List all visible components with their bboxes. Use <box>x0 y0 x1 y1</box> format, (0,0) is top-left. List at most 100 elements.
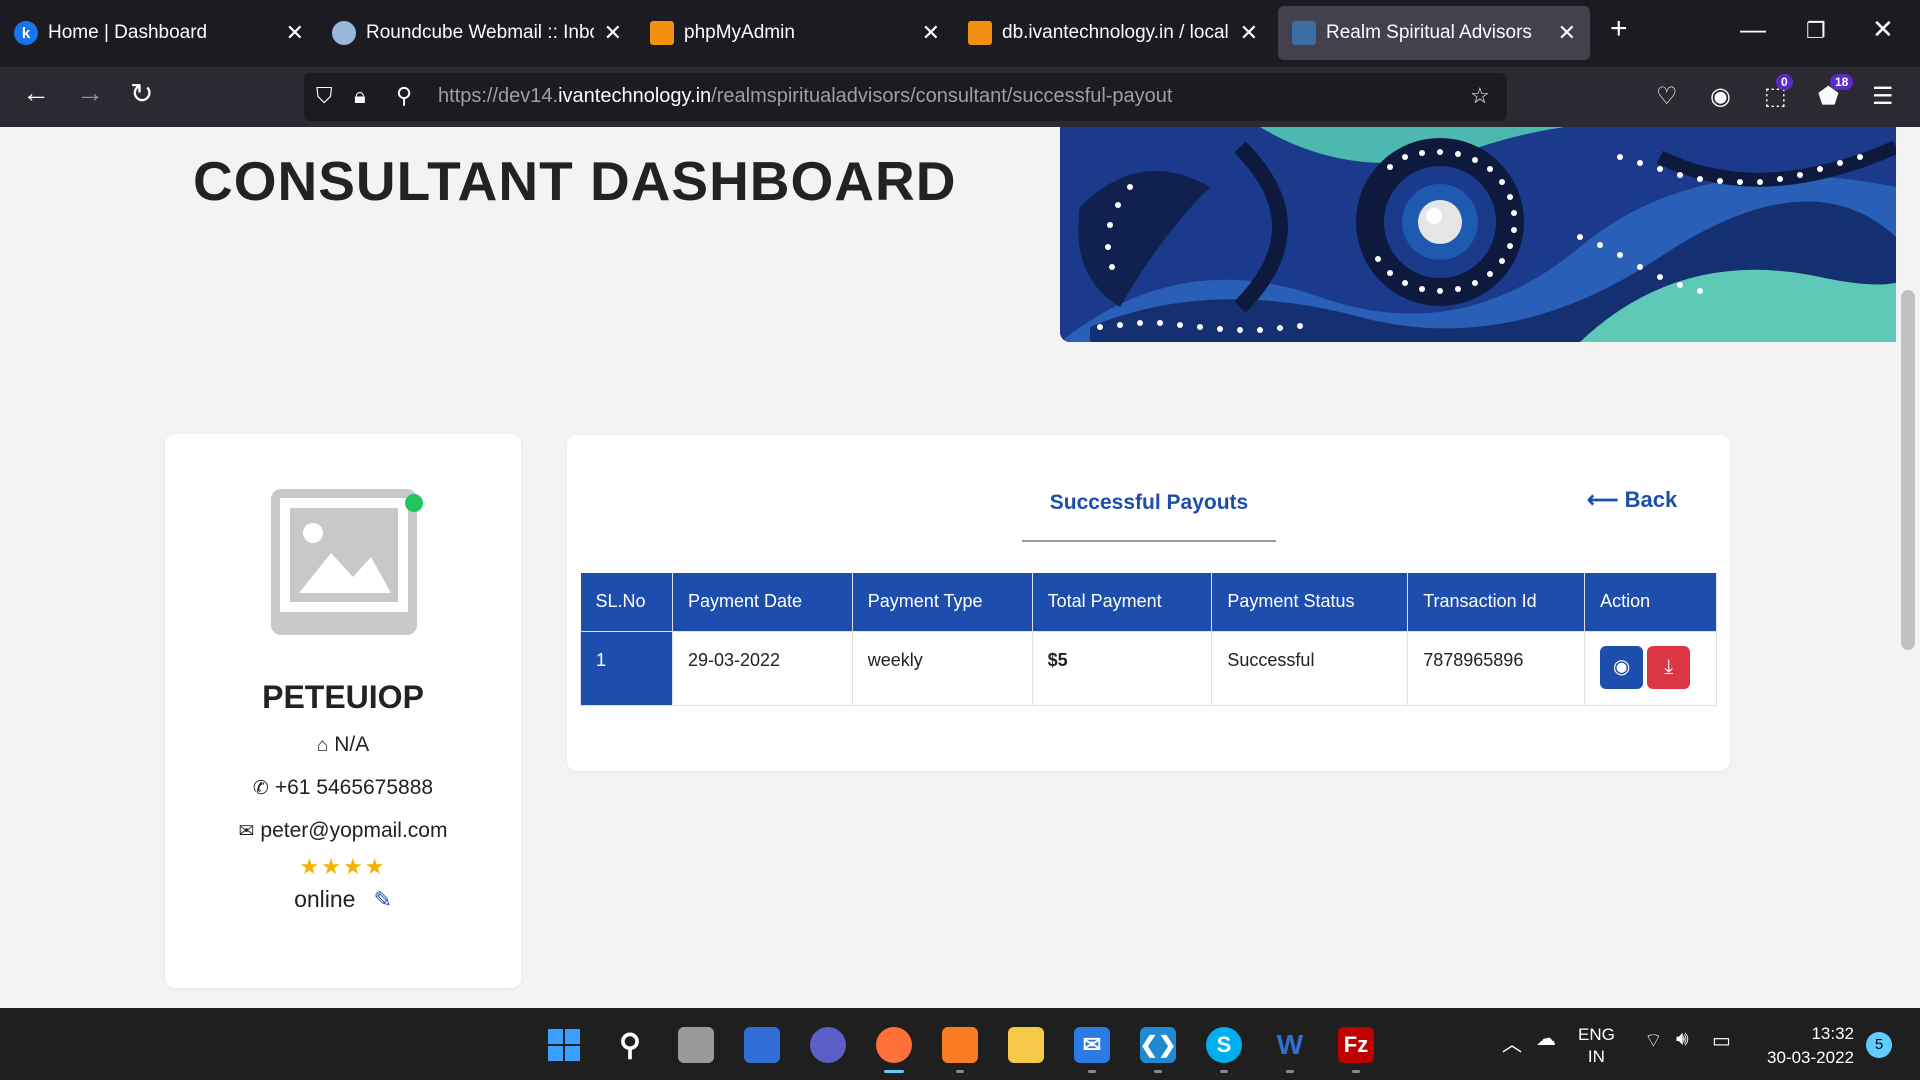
cell-payment-type: weekly <box>851 630 1033 706</box>
running-app-indicator <box>1286 1070 1294 1073</box>
arrow-left-icon: ⟵ <box>1587 487 1619 512</box>
rating-stars: ★★★★ <box>299 854 387 879</box>
email-line: ✉ peter@yopmail.com <box>165 819 521 843</box>
phone-icon: ✆ <box>252 778 269 799</box>
notification-badge[interactable]: 5 <box>1866 1032 1892 1058</box>
table-header-row: SL.No Payment Date Payment Type Total Pa… <box>580 573 1717 631</box>
running-app-indicator <box>1220 1070 1228 1073</box>
column-header: Payment Type <box>852 573 1033 631</box>
tab-title: Home | Dashboard <box>48 22 208 43</box>
cell-total-payment: $5 <box>1031 630 1213 706</box>
download-icon: ⤓ <box>1664 655 1674 678</box>
windows-start-icon[interactable] <box>546 1027 582 1063</box>
table-row: 1 29-03-2022 weekly $5 Successful 787896… <box>580 630 1717 706</box>
window-close-button[interactable]: ✕ <box>1872 14 1894 45</box>
payouts-card: Successful Payouts ⟵ Back SL.No Payment … <box>567 435 1730 771</box>
back-button[interactable]: ⟵ Back <box>1587 487 1677 513</box>
consultant-name: PETEUIOP <box>262 679 424 715</box>
extension-icon[interactable]: ◉ <box>1710 82 1731 111</box>
extension-shield-icon[interactable]: ⬟ 18 <box>1818 74 1854 111</box>
page-title: CONSULTANT DASHBOARD <box>193 150 957 212</box>
back-arrow-icon[interactable]: ← <box>22 77 50 109</box>
extension-badge-icon[interactable]: ⬚ 0 <box>1764 74 1793 111</box>
xampp-icon[interactable] <box>942 1027 978 1063</box>
close-icon[interactable]: ✕ <box>1558 20 1576 46</box>
filezilla-icon[interactable]: Fz <box>1338 1027 1374 1063</box>
vscode-icon[interactable]: ❮❯ <box>1140 1027 1176 1063</box>
file-explorer-icon[interactable] <box>1008 1027 1044 1063</box>
tab-roundcube[interactable]: Roundcube Webmail :: Inbox ✕ <box>318 6 636 60</box>
running-app-indicator <box>1352 1070 1360 1073</box>
task-view-icon[interactable] <box>678 1027 714 1063</box>
permissions-icon[interactable]: ⚲ <box>396 83 412 109</box>
address-value: N/A <box>334 733 370 756</box>
tab-title: db.ivantechnology.in / localh <box>1002 22 1230 43</box>
cloud-icon[interactable]: ☁ <box>1536 1026 1556 1051</box>
url-bar[interactable]: ⛉ 🔒︎ ⚲ https://dev14.ivantechnology.in/r… <box>304 73 1507 121</box>
app-w-icon[interactable]: W <box>1272 1027 1308 1063</box>
close-icon[interactable]: ✕ <box>1240 20 1258 46</box>
column-header: SL.No <box>580 573 673 631</box>
minimize-button[interactable]: — <box>1740 14 1766 45</box>
image-placeholder-icon <box>280 498 408 612</box>
download-button[interactable]: ⤓ <box>1647 645 1691 689</box>
chat-icon[interactable] <box>810 1027 846 1063</box>
phpmyadmin-favicon-icon <box>968 21 992 45</box>
restore-button[interactable]: ❐ <box>1806 18 1826 44</box>
section-heading-underline <box>1022 540 1276 542</box>
wifi-icon[interactable]: ⌔ <box>1644 1028 1663 1053</box>
close-icon[interactable]: ✕ <box>604 20 622 46</box>
browser-tab-bar: k Home | Dashboard ✕ Roundcube Webmail :… <box>0 0 1920 67</box>
phpmyadmin-favicon-icon <box>650 21 674 45</box>
section-heading[interactable]: Successful Payouts <box>1022 491 1276 515</box>
extension-badge: 18 <box>1830 74 1854 90</box>
close-icon[interactable]: ✕ <box>922 20 940 46</box>
kissflow-favicon-icon: k <box>14 21 38 45</box>
mail-icon[interactable]: ✉ <box>1074 1027 1110 1063</box>
tab-phpmyadmin[interactable]: phpMyAdmin ✕ <box>636 6 954 60</box>
tab-home-dashboard[interactable]: k Home | Dashboard ✕ <box>0 6 318 60</box>
reload-icon[interactable]: ↻ <box>130 77 153 110</box>
column-header: Payment Status <box>1211 573 1409 631</box>
decorative-banner-art <box>1060 127 1896 342</box>
payouts-table: SL.No Payment Date Payment Type Total Pa… <box>580 573 1717 706</box>
close-icon[interactable]: ✕ <box>286 20 304 46</box>
bookmark-star-icon[interactable]: ☆ <box>1470 83 1490 109</box>
widgets-icon[interactable] <box>744 1027 780 1063</box>
new-tab-button[interactable]: + <box>1610 12 1628 46</box>
tab-realm-spiritual-advisors[interactable]: Realm Spiritual Advisors ✕ <box>1278 6 1590 60</box>
page-content: CONSULTANT DASHBOARD PETEUIOP ⌂ N/A ✆ +6… <box>0 127 1896 1008</box>
running-app-indicator <box>1088 1070 1096 1073</box>
pocket-icon[interactable]: ♡ <box>1656 82 1678 111</box>
volume-icon[interactable]: 🔊︎ <box>1676 1028 1689 1051</box>
tab-db-ivantechnology[interactable]: db.ivantechnology.in / localh ✕ <box>954 6 1272 60</box>
status-text: online <box>294 886 356 912</box>
eye-icon: ◉ <box>1612 655 1631 678</box>
skype-icon[interactable]: S <box>1206 1027 1242 1063</box>
cell-payment-status: Successful <box>1211 630 1409 706</box>
url-domain: ivantechnology.in <box>558 85 712 107</box>
cell-transaction-id: 7878965896 <box>1407 630 1586 706</box>
search-icon[interactable]: ⚲ <box>612 1027 648 1063</box>
pencil-icon[interactable]: ✎ <box>373 887 391 912</box>
lock-icon[interactable]: 🔒︎ <box>354 83 366 109</box>
url-text[interactable]: https://dev14.ivantechnology.in/realmspi… <box>438 85 1172 108</box>
clock[interactable]: 13:32 30-03-2022 <box>1758 1022 1854 1070</box>
running-app-indicator <box>1154 1070 1162 1073</box>
language-code: ENG <box>1578 1025 1615 1044</box>
region-code: IN <box>1587 1047 1605 1066</box>
language-indicator[interactable]: ENG IN <box>1578 1024 1615 1068</box>
firefox-icon[interactable] <box>876 1027 912 1063</box>
email-value: peter@yopmail.com <box>260 819 448 842</box>
chevron-up-icon[interactable]: ︿ <box>1502 1028 1522 1057</box>
view-button[interactable]: ◉ <box>1600 645 1644 689</box>
shield-icon[interactable]: ⛉ <box>316 83 333 109</box>
url-path: /realmspiritualadvisors/consultant/succe… <box>711 85 1173 107</box>
scrollbar-thumb[interactable] <box>1901 290 1915 650</box>
roundcube-favicon-icon <box>332 21 356 45</box>
forward-arrow-icon[interactable]: → <box>76 77 104 109</box>
menu-icon[interactable]: ☰ <box>1872 82 1894 111</box>
url-prefix: https://dev14. <box>438 85 559 107</box>
battery-icon[interactable]: ▭ <box>1712 1028 1731 1053</box>
clock-date: 30-03-2022 <box>1767 1048 1854 1067</box>
